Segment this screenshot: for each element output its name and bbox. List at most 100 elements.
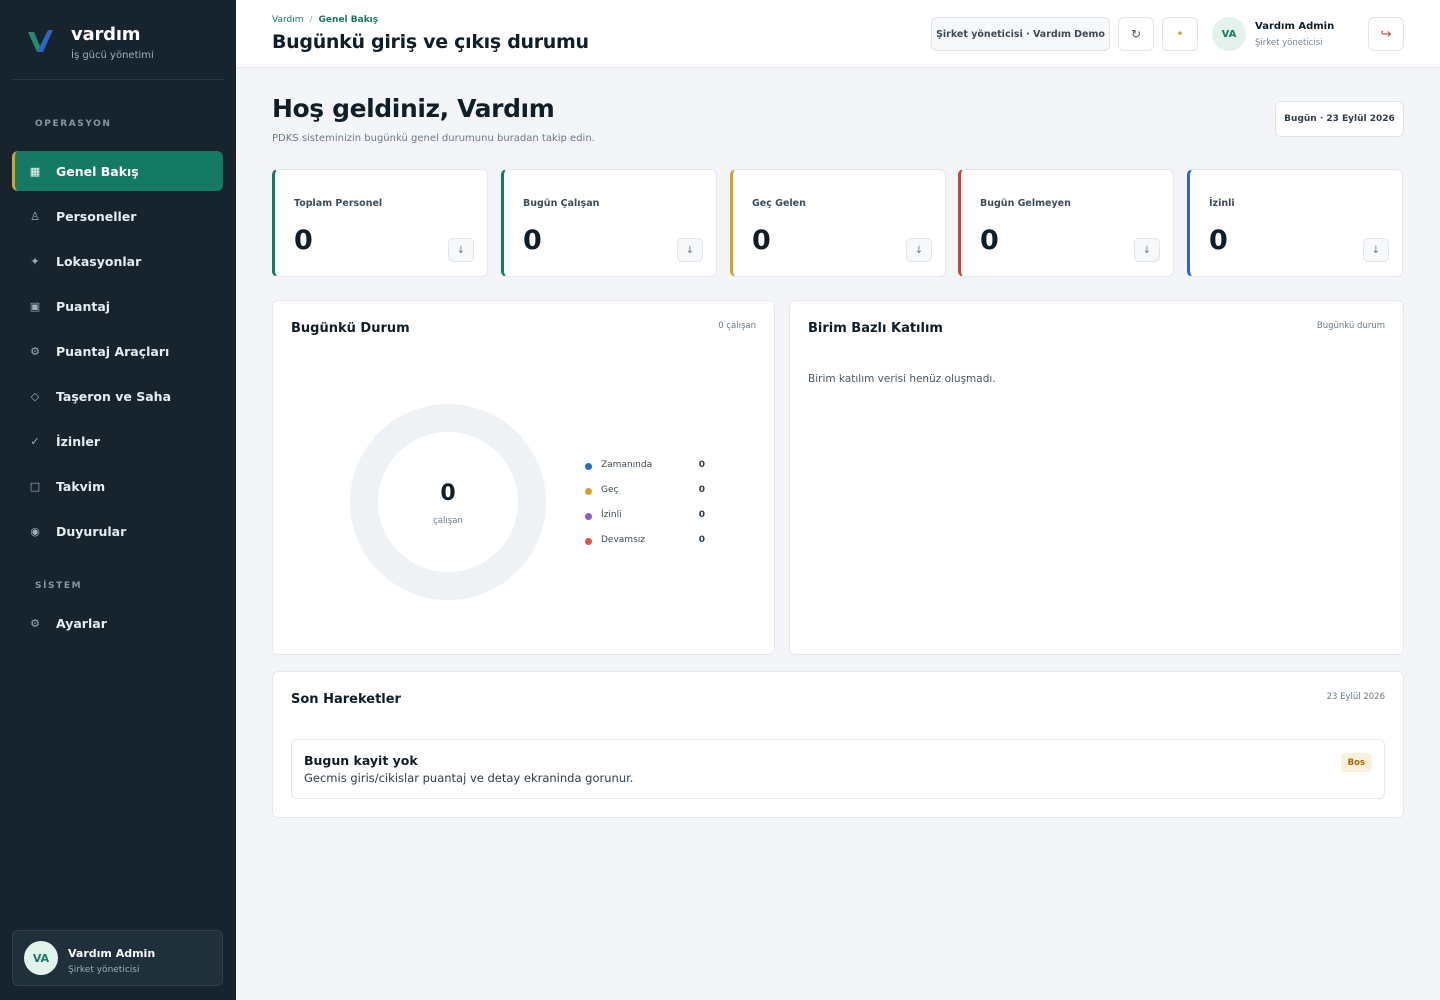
status-badge: Bos: [1340, 753, 1372, 772]
today-status-panel: Bugünkü Durum 0 çalışan 0 çalışan Zamanı…: [272, 300, 775, 655]
legend-label: İzinli: [601, 510, 622, 520]
status-button[interactable]: •: [1162, 17, 1198, 51]
empty-activity-description: Gecmis giris/cikislar puantaj ve detay e…: [304, 771, 634, 785]
download-button[interactable]: ↓: [677, 238, 703, 262]
timesheet-icon: ▣: [29, 299, 41, 313]
welcome-subtitle: PDKS sisteminizin bugünkü genel durumunu…: [272, 133, 595, 144]
legend-item-gec: Geç 0: [584, 485, 709, 499]
logout-button[interactable]: ↪: [1368, 17, 1404, 51]
sidebar-item-izinler[interactable]: ✓ İzinler: [12, 421, 223, 461]
arrow-down-icon: ↓: [456, 244, 466, 256]
panel-title: Birim Bazlı Katılım: [808, 321, 943, 336]
sidebar-item-label: Lokasyonlar: [56, 253, 142, 269]
donut-center-label: çalışan: [433, 516, 463, 526]
legend-item-zamaninda: Zamanında 0: [584, 460, 709, 474]
stat-label: Bugün Çalışan: [523, 198, 600, 209]
sidebar-item-genel-bakis[interactable]: ▦ Genel Bakış: [12, 151, 223, 191]
section-label-sistem: SİSTEM: [35, 581, 83, 591]
avatar: VA: [24, 941, 58, 975]
download-button[interactable]: ↓: [1134, 238, 1160, 262]
sidebar-item-takvim[interactable]: □ Takvim: [12, 466, 223, 506]
empty-activity-title: Bugun kayit yok: [304, 753, 418, 768]
sidebar-item-lokasyonlar[interactable]: ✦ Lokasyonlar: [12, 241, 223, 281]
stat-value: 0: [523, 225, 542, 256]
gear-icon: ⚙: [30, 344, 40, 358]
sidebar-item-puantaj-araclari[interactable]: ⚙ Puantaj Araçları: [12, 331, 223, 371]
grid-icon: ▦: [29, 164, 41, 178]
panel-meta: 23 Eylül 2026: [1326, 692, 1385, 702]
stat-value: 0: [1209, 225, 1228, 256]
stat-card-izinli: İzinli 0 ↓: [1187, 169, 1403, 277]
legend-dot: [585, 463, 592, 470]
brand-subtitle: İş gücü yönetimi: [71, 50, 154, 61]
download-button[interactable]: ↓: [906, 238, 932, 262]
sidebar-item-ayarlar[interactable]: ⚙ Ayarlar: [12, 603, 223, 643]
settings-icon: ⚙: [30, 616, 40, 630]
download-button[interactable]: ↓: [1363, 238, 1389, 262]
stat-label: İzinli: [1209, 198, 1235, 209]
empty-state-text: Birim katılım verisi henüz oluşmadı.: [808, 373, 996, 385]
donut-center-value: 0: [440, 481, 456, 506]
stat-card-gec-gelen: Geç Gelen 0 ↓: [730, 169, 946, 277]
legend-dot: [585, 538, 592, 545]
sidebar: vardım İş gücü yönetimi OPERASYON ▦ Gene…: [0, 0, 236, 1000]
refresh-button[interactable]: ↻: [1118, 17, 1154, 51]
logo-icon: [28, 30, 53, 52]
sidebar-item-label: Puantaj Araçları: [56, 343, 170, 359]
brand-name: vardım: [71, 24, 141, 45]
stat-label: Bugün Gelmeyen: [980, 198, 1071, 209]
stat-card-toplam-personel: Toplam Personel 0 ↓: [272, 169, 488, 277]
sidebar-item-label: Puantaj: [56, 298, 111, 314]
refresh-icon: ↻: [1130, 27, 1142, 41]
panel-meta: Bugünkü durum: [1316, 321, 1385, 331]
section-label-operasyon: OPERASYON: [35, 119, 112, 129]
legend-value: 0: [698, 460, 705, 470]
sidebar-user-card[interactable]: VA Vardım Admin Şirket yöneticisi: [12, 930, 223, 986]
recent-activity-panel: Son Hareketler 23 Eylül 2026 Bugun kayit…: [272, 671, 1404, 818]
stat-card-bugun-calisan: Bugün Çalışan 0 ↓: [501, 169, 717, 277]
sidebar-item-puantaj[interactable]: ▣ Puantaj: [12, 286, 223, 326]
arrow-down-icon: ↓: [914, 244, 924, 256]
download-button[interactable]: ↓: [448, 238, 474, 262]
legend-label: Geç: [601, 485, 619, 495]
topbar: Vardım / Genel Bakış Bugünkü giriş ve çıkı…: [236, 0, 1440, 68]
sidebar-item-taseron-ve-saha[interactable]: ◇ Taşeron ve Saha: [12, 376, 223, 416]
sidebar-item-label: Ayarlar: [56, 615, 107, 631]
sidebar-item-duyurular[interactable]: ◉ Duyurular: [12, 511, 223, 551]
avatar: VA: [1212, 17, 1246, 51]
arrow-down-icon: ↓: [685, 244, 695, 256]
legend-value: 0: [698, 535, 705, 545]
calendar-icon: □: [29, 479, 41, 493]
announcement-icon: ◉: [30, 524, 40, 538]
stat-label: Geç Gelen: [752, 198, 806, 209]
user-name: Vardım Admin: [1255, 21, 1335, 32]
breadcrumb-root[interactable]: Vardım: [272, 15, 304, 25]
sidebar-item-label: Personeller: [56, 208, 137, 224]
panel-title: Son Hareketler: [291, 692, 401, 707]
sidebar-item-personeller[interactable]: ♙ Personeller: [12, 196, 223, 236]
breadcrumb-separator: /: [309, 15, 313, 25]
legend-value: 0: [698, 485, 705, 495]
page-title: Bugünkü giriş ve çıkış durumu: [272, 31, 589, 53]
user-role: Şirket yöneticisi: [1255, 38, 1323, 48]
sidebar-item-label: İzinler: [56, 433, 101, 449]
sidebar-item-label: Takvim: [56, 478, 106, 494]
company-selector[interactable]: Şirket yöneticisi · Vardım Demo: [931, 17, 1110, 51]
unit-attendance-panel: Birim Bazlı Katılım Bugünkü durum Birim …: [789, 300, 1404, 655]
user-name: Vardım Admin: [68, 947, 156, 960]
logout-icon: ↪: [1380, 26, 1392, 42]
breadcrumb: Vardım / Genel Bakış: [272, 15, 378, 25]
legend-label: Devamsız: [601, 535, 645, 545]
sidebar-item-label: Genel Bakış: [56, 163, 139, 179]
panel-meta: 0 çalışan: [718, 321, 756, 331]
breadcrumb-current: Genel Bakış: [318, 15, 379, 25]
legend-item-devamsiz: Devamsız 0: [584, 535, 709, 549]
stat-card-bugun-gelmeyen: Bugün Gelmeyen 0 ↓: [958, 169, 1174, 277]
legend-value: 0: [698, 510, 705, 520]
brand[interactable]: vardım İş gücü yönetimi: [24, 24, 224, 68]
stat-label: Toplam Personel: [294, 198, 383, 209]
panel-title: Bugünkü Durum: [291, 321, 410, 336]
legend-dot: [585, 488, 592, 495]
stat-value: 0: [980, 225, 999, 256]
date-badge: Bugün · 23 Eylül 2026: [1275, 101, 1404, 137]
